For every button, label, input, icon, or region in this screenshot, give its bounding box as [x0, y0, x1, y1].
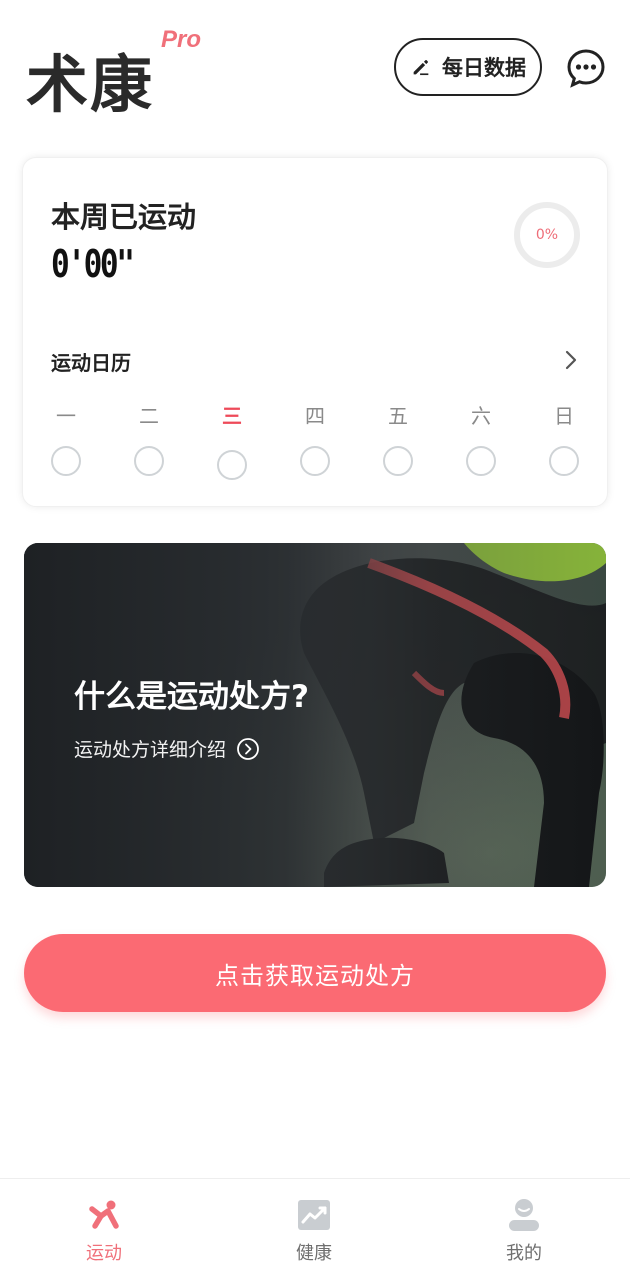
- day-wed-today[interactable]: 三: [202, 402, 262, 480]
- app-logo: 术康: [26, 48, 155, 121]
- day-status-circle: [383, 446, 413, 476]
- calendar-title[interactable]: 运动日历: [51, 347, 131, 376]
- day-tue[interactable]: 二: [119, 402, 179, 476]
- day-thu[interactable]: 四: [285, 402, 345, 476]
- banner-title: 什么是运动处方?: [74, 679, 309, 715]
- day-status-circle: [300, 446, 330, 476]
- day-status-circle: [134, 446, 164, 476]
- day-status-circle: [217, 450, 247, 480]
- chevron-right-icon[interactable]: [561, 348, 581, 372]
- banner-subtitle: 运动处方详细介绍: [74, 739, 227, 761]
- profile-icon: [509, 1199, 539, 1231]
- weekly-exercise-card: 本周已运动 0'00" 0% 运动日历 一 二 三 四 五 六 日: [22, 157, 608, 507]
- day-label: 四: [305, 404, 325, 428]
- day-label: 日: [554, 404, 574, 428]
- message-icon[interactable]: [566, 48, 606, 88]
- tab-health[interactable]: 健康: [264, 1197, 364, 1265]
- app-header: 术康 Pro 每日数据: [0, 0, 630, 130]
- day-sat[interactable]: 六: [451, 402, 511, 476]
- bottom-tab-bar: 运动 健康 我的: [0, 1178, 630, 1280]
- tab-exercise-label: 运动: [86, 1243, 122, 1264]
- circle-arrow-right-icon: [237, 737, 259, 760]
- week-days: 一 二 三 四 五 六 日: [23, 402, 609, 482]
- day-sun[interactable]: 日: [534, 402, 594, 476]
- get-prescription-button[interactable]: 点击获取运动处方: [24, 934, 606, 1012]
- weekly-title: 本周已运动: [51, 200, 197, 234]
- banner-detail-link[interactable]: 运动处方详细介绍: [74, 735, 260, 762]
- tab-mine-label: 我的: [506, 1243, 542, 1264]
- tab-exercise[interactable]: 运动: [54, 1197, 154, 1265]
- day-label: 三: [222, 404, 242, 428]
- day-status-circle: [466, 446, 496, 476]
- day-mon[interactable]: 一: [36, 402, 96, 476]
- weekly-progress-ring: 0%: [514, 202, 580, 268]
- tab-mine[interactable]: 我的: [474, 1197, 574, 1265]
- day-label: 六: [471, 404, 491, 428]
- exercise-prescription-banner[interactable]: 什么是运动处方? 运动处方详细介绍: [24, 543, 606, 887]
- exercise-icon: [89, 1200, 119, 1229]
- day-label: 一: [56, 404, 76, 428]
- daily-data-label: 每日数据: [442, 56, 526, 80]
- day-status-circle: [549, 446, 579, 476]
- day-fri[interactable]: 五: [368, 402, 428, 476]
- daily-data-button[interactable]: 每日数据: [394, 38, 542, 96]
- health-chart-icon: [298, 1200, 330, 1230]
- day-label: 二: [139, 404, 159, 428]
- logo-pro-badge: Pro: [161, 26, 202, 53]
- tab-health-label: 健康: [296, 1243, 332, 1264]
- weekly-time: 0'00": [51, 242, 135, 286]
- progress-percent: 0%: [535, 227, 559, 243]
- edit-pencil-icon: [413, 60, 429, 76]
- day-status-circle: [51, 446, 81, 476]
- day-label: 五: [388, 404, 408, 428]
- get-prescription-label: 点击获取运动处方: [215, 961, 415, 990]
